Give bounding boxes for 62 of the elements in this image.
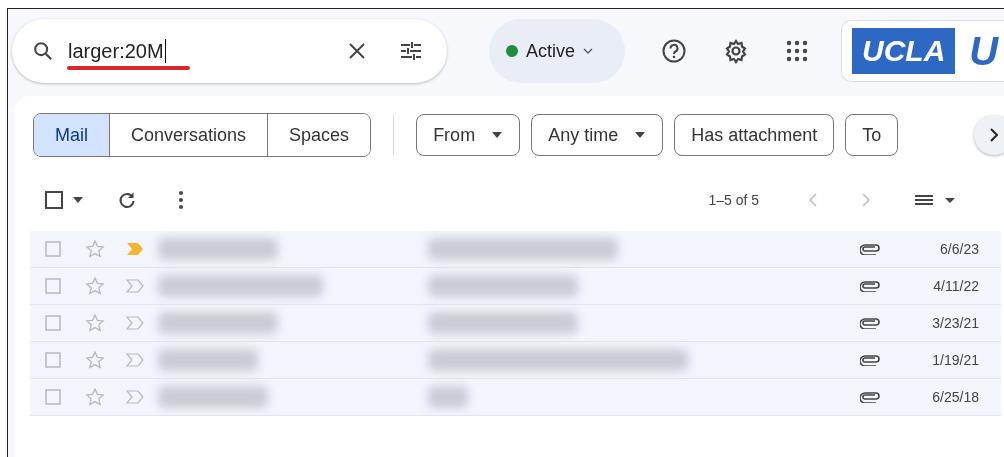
row-checkbox[interactable] [45,389,61,405]
refresh-icon[interactable] [118,191,136,209]
star-icon[interactable] [85,350,105,370]
attachment-icon [860,243,880,255]
star-icon[interactable] [85,239,105,259]
logo-text: U [969,28,999,74]
scroll-right-button[interactable] [974,115,1004,155]
select-checkbox[interactable] [45,191,63,209]
filter-chip[interactable]: From [416,114,521,156]
caret-icon [491,131,504,139]
search-text: larger:20M [68,39,167,63]
more-icon[interactable] [178,190,184,210]
star-icon[interactable] [85,313,105,333]
importance-marker-icon[interactable] [126,316,144,330]
email-row[interactable]: 6/25/18 [30,379,1001,416]
redacted-subject [428,386,468,408]
caret-icon[interactable] [73,197,83,203]
help-icon[interactable] [661,38,687,64]
row-checkbox[interactable] [45,352,61,368]
filter-chip[interactable]: Any time [531,114,664,156]
attachment-icon [860,391,880,403]
search-icon [32,40,54,62]
star-icon[interactable] [85,387,105,407]
row-checkbox[interactable] [45,241,61,257]
settings-icon[interactable] [723,38,749,64]
email-date: 1/19/21 [931,352,979,368]
importance-marker-icon[interactable] [126,279,144,293]
row-checkbox[interactable] [45,315,61,331]
importance-marker-icon[interactable] [126,390,144,404]
filter-chip[interactable]: Has attachment [674,114,835,156]
density-icon[interactable] [915,194,955,206]
email-row[interactable]: 6/6/23 [30,231,1001,268]
attachment-icon [860,280,880,292]
attachment-icon [860,354,880,366]
row-checkbox[interactable] [45,278,61,294]
chevron-right-icon [989,128,999,142]
email-date: 6/6/23 [939,241,979,257]
close-icon[interactable] [347,41,367,61]
apps-icon[interactable] [785,39,809,63]
page-range: 1–5 of 5 [708,192,759,208]
email-date: 3/23/21 [931,315,979,331]
logo-wordmark: UCLA [852,28,956,74]
scope-tab[interactable]: Mail [34,114,109,156]
email-row[interactable]: 1/19/21 [30,342,1001,379]
previous-page-icon[interactable] [809,193,817,207]
next-page-icon[interactable] [862,193,870,207]
email-date: 6/25/18 [931,389,979,405]
scope-tab[interactable]: Spaces [267,114,371,156]
star-icon[interactable] [85,276,105,296]
caret-icon [583,47,594,55]
status-button[interactable]: Active [489,19,625,83]
email-date: 4/11/22 [932,278,979,294]
logo-card[interactable]: UCLA U [841,20,1004,82]
filter-options-icon[interactable] [399,40,423,62]
email-row[interactable]: 3/23/21 [30,305,1001,342]
caret-icon [634,131,647,139]
importance-marker-icon[interactable] [126,242,144,256]
search-field[interactable]: larger:20M [12,19,447,83]
filter-chip[interactable]: To [845,114,899,156]
attachment-icon [860,317,880,329]
importance-marker-icon[interactable] [126,353,144,367]
email-row[interactable]: 4/11/22 [30,268,1001,305]
